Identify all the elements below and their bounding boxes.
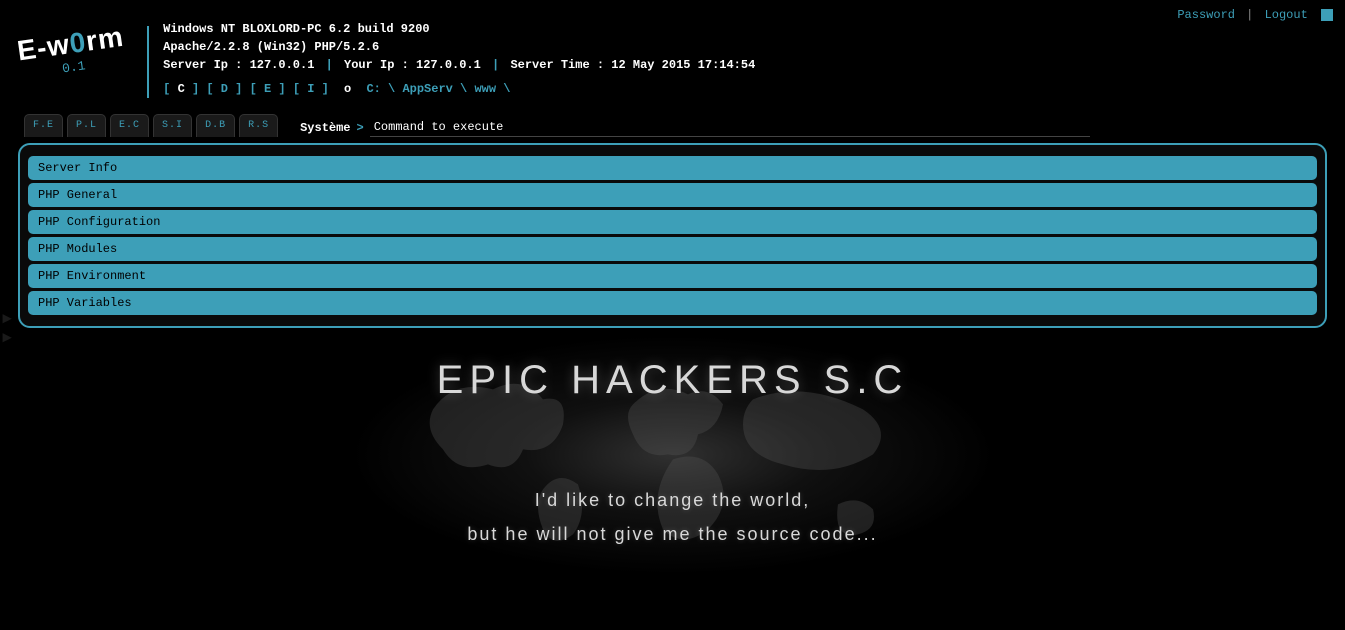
tab-fe[interactable]: F.E bbox=[24, 114, 63, 137]
header: E-w0rm 0.1 Windows NT BLOXLORD-PC 6.2 bu… bbox=[0, 0, 1345, 104]
logout-link[interactable]: Logout bbox=[1265, 8, 1308, 22]
drive-item[interactable]: [ C ] bbox=[163, 82, 206, 96]
topbar-box-icon[interactable] bbox=[1321, 9, 1333, 21]
vertical-divider bbox=[147, 26, 149, 98]
prompt-label: Système bbox=[300, 121, 350, 135]
sections-panel: Server Info PHP General PHP Configuration P… bbox=[18, 143, 1327, 328]
drives-row: [ C ] [ D ] [ E ] [ I ] o C: \ AppServ \… bbox=[163, 80, 755, 98]
drive-item[interactable]: [ D ] bbox=[206, 82, 249, 96]
section-php-environment[interactable]: PHP Environment bbox=[28, 264, 1317, 288]
separator: | bbox=[1246, 8, 1253, 22]
ip-line: Server Ip : 127.0.0.1 | Your Ip : 127.0.… bbox=[163, 56, 755, 74]
password-link[interactable]: Password bbox=[1177, 8, 1235, 22]
section-php-modules[interactable]: PHP Modules bbox=[28, 237, 1317, 261]
tab-pl[interactable]: P.L bbox=[67, 114, 106, 137]
drive-item[interactable]: [ E ] bbox=[250, 82, 293, 96]
hero-title: EPIC HACKERS S.C bbox=[0, 358, 1345, 403]
command-row: F.EP.LE.CS.ID.BR.S Système > bbox=[0, 114, 1345, 137]
path-breadcrumb[interactable]: C: \ AppServ \ www \ bbox=[366, 82, 510, 96]
section-php-configuration[interactable]: PHP Configuration bbox=[28, 210, 1317, 234]
topbar: Password | Logout bbox=[1177, 8, 1333, 22]
side-arrows-icon: ▸▸ bbox=[0, 310, 14, 348]
tab-rs[interactable]: R.S bbox=[239, 114, 278, 137]
section-php-variables[interactable]: PHP Variables bbox=[28, 291, 1317, 315]
server-line: Apache/2.2.8 (Win32) PHP/5.2.6 bbox=[163, 38, 755, 56]
os-line: Windows NT BLOXLORD-PC 6.2 build 9200 bbox=[163, 20, 755, 38]
drive-item[interactable]: [ I ] bbox=[293, 82, 336, 96]
drive-sep: o bbox=[344, 82, 358, 96]
server-info-block: Windows NT BLOXLORD-PC 6.2 build 9200 Ap… bbox=[163, 20, 755, 98]
hero-subtitle: I'd like to change the world, but he wil… bbox=[0, 483, 1345, 551]
prompt: Système > bbox=[300, 118, 1090, 137]
logo: E-w0rm 0.1 bbox=[15, 21, 128, 82]
tab-si[interactable]: S.I bbox=[153, 114, 192, 137]
command-input[interactable] bbox=[370, 118, 1090, 137]
section-server-info[interactable]: Server Info bbox=[28, 156, 1317, 180]
prompt-caret-icon: > bbox=[357, 121, 364, 135]
hero: EPIC HACKERS S.C I'd like to change the … bbox=[0, 358, 1345, 551]
tab-db[interactable]: D.B bbox=[196, 114, 235, 137]
section-php-general[interactable]: PHP General bbox=[28, 183, 1317, 207]
tab-ec[interactable]: E.C bbox=[110, 114, 149, 137]
